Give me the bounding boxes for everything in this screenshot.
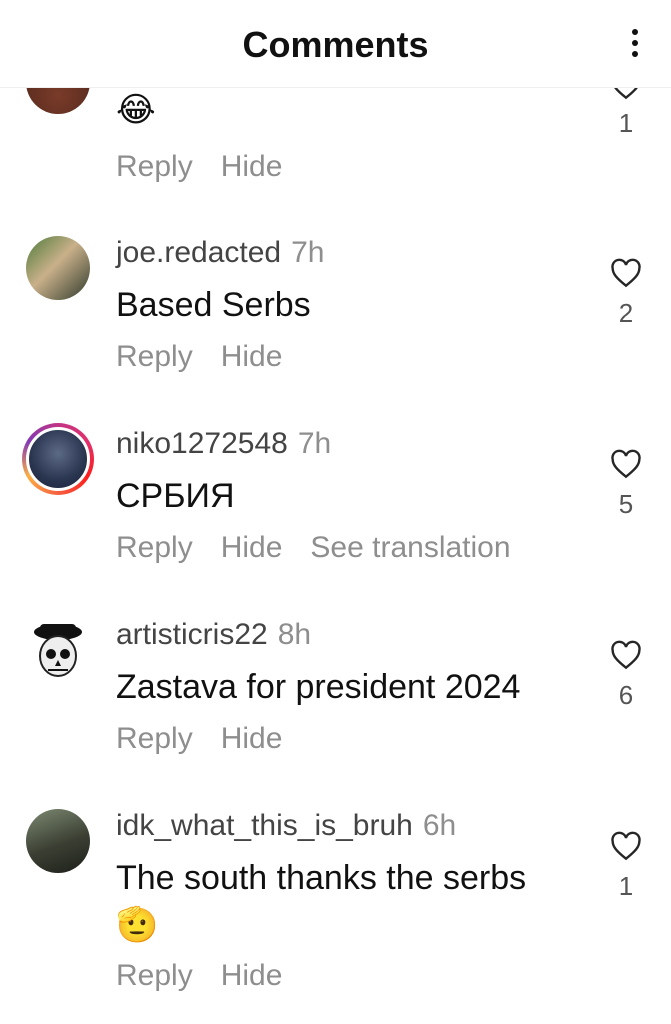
page-title: Comments (242, 24, 429, 65)
avatar[interactable] (26, 809, 90, 873)
heart-outline-icon[interactable] (610, 88, 642, 100)
timestamp: 8h (277, 618, 312, 651)
comment-text: СРБИЯ (116, 477, 235, 515)
like-count: 2 (618, 298, 634, 328)
like-count: 1 (618, 871, 634, 901)
like-count: 1 (618, 108, 634, 138)
comment-actions: Reply Hide (116, 959, 310, 993)
reply-button[interactable]: Reply (116, 340, 193, 373)
comment-emoji: 🫡 (116, 905, 159, 945)
comment-meta: niko1272548 7h (116, 427, 331, 461)
comment-meta: artisticris22 8h (116, 618, 311, 652)
timestamp: 7h (297, 427, 332, 460)
heart-outline-icon[interactable] (610, 449, 642, 479)
reply-button[interactable]: Reply (116, 722, 193, 755)
comment-meta: joe.redacted 7h (116, 236, 325, 270)
comment-actions: Reply Hide See translation (116, 531, 539, 565)
comment-text: 😂 (116, 90, 156, 130)
hide-button[interactable]: Hide (221, 722, 283, 755)
avatar[interactable] (22, 423, 94, 495)
comment-text: Based Serbs (116, 286, 311, 324)
like-count: 6 (618, 680, 634, 710)
comment-actions: Reply Hide (116, 150, 310, 184)
comment-actions: Reply Hide (116, 722, 310, 756)
comment-text: Zastava for president 2024 (116, 668, 521, 706)
heart-outline-icon[interactable] (610, 640, 642, 670)
reply-button[interactable]: Reply (116, 150, 193, 183)
more-vertical-icon[interactable] (623, 26, 647, 62)
username[interactable]: idk_what_this_is_bruh (116, 809, 413, 842)
skull-avatar-icon (34, 624, 82, 677)
like-count: 5 (618, 489, 634, 519)
hide-button[interactable]: Hide (221, 340, 283, 373)
hide-button[interactable]: Hide (221, 531, 283, 564)
timestamp: 6h (422, 809, 457, 842)
see-translation-link[interactable]: See translation (310, 531, 510, 564)
timestamp: 7h (291, 236, 325, 269)
comments-list[interactable]: 😂 Reply Hide 1 joe.redacted 7h Based Serbs… (0, 88, 671, 1024)
comment-meta: idk_what_this_is_bruh 6h (116, 809, 456, 843)
username[interactable]: joe.redacted (116, 236, 281, 269)
avatar[interactable] (26, 88, 90, 114)
reply-button[interactable]: Reply (116, 959, 193, 992)
comment-actions: Reply Hide (116, 340, 310, 374)
username[interactable]: niko1272548 (116, 427, 288, 460)
comment-text: The south thanks the serbs (116, 859, 527, 897)
avatar[interactable] (26, 618, 90, 682)
hide-button[interactable]: Hide (221, 150, 283, 183)
username[interactable]: artisticris22 (116, 618, 268, 651)
heart-outline-icon[interactable] (610, 831, 642, 861)
avatar[interactable] (26, 236, 90, 300)
hide-button[interactable]: Hide (221, 959, 283, 992)
reply-button[interactable]: Reply (116, 531, 193, 564)
header-bar: Comments (0, 0, 671, 88)
heart-outline-icon[interactable] (610, 258, 642, 288)
